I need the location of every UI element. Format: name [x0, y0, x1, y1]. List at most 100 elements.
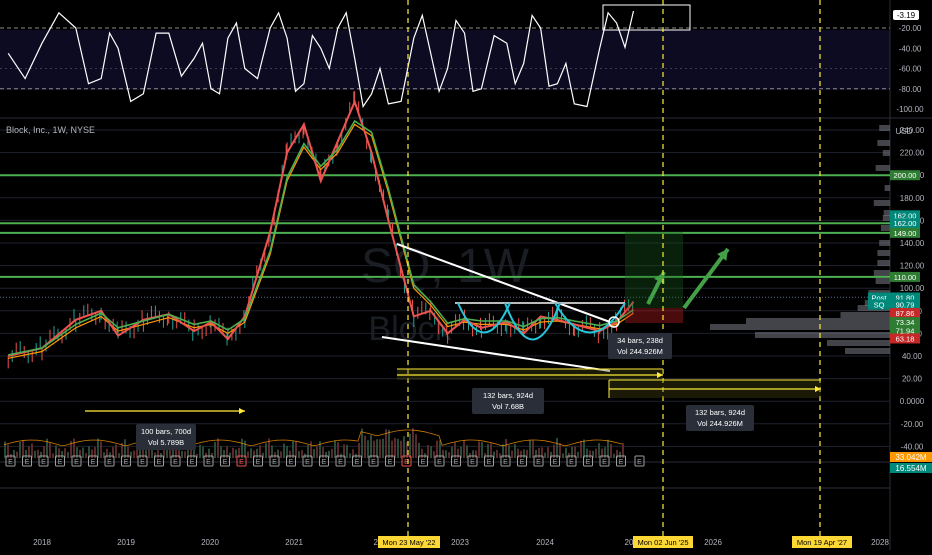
volume-profile-bar — [884, 185, 890, 191]
volume-bar — [421, 448, 423, 458]
volume-bar — [511, 450, 513, 458]
volume-bar — [409, 433, 411, 458]
volume-tag-label: 16.554M — [895, 464, 926, 473]
volume-bar — [379, 439, 381, 458]
price-chart[interactable]: SQ, 1W Block E E E E E E E E E E E E E E E E E E E E E E E E E E E… — [0, 0, 932, 550]
volume-bar — [115, 444, 117, 458]
volume-bar — [199, 444, 201, 458]
volume-bar — [82, 447, 84, 458]
volume-bar — [415, 434, 417, 458]
earnings-marker-letter: E — [586, 459, 591, 466]
volume-bar — [157, 450, 159, 458]
volume-bar — [397, 438, 399, 458]
volume-bar — [334, 440, 336, 458]
volume-bar — [232, 447, 234, 458]
earnings-marker-letter: E — [553, 459, 558, 466]
earnings-marker-letter: E — [107, 459, 112, 466]
volume-bar — [349, 453, 351, 458]
volume-bar — [595, 448, 597, 458]
volume-bar — [505, 438, 507, 458]
earnings-marker-letter: E — [569, 459, 574, 466]
volume-bar — [412, 428, 414, 458]
year-label: 2028 — [871, 538, 889, 547]
volume-bar — [388, 430, 390, 458]
volume-profile-bar — [877, 260, 890, 266]
volume-bar — [382, 438, 384, 458]
volume-bar — [394, 438, 396, 458]
measurement-line2: Vol 244.926M — [617, 347, 663, 356]
volume-bar — [34, 450, 36, 458]
earnings-marker-letter: E — [437, 459, 442, 466]
volume-bar — [439, 440, 441, 458]
time-highlight-label: Mon 02 Jun '25 — [637, 538, 688, 547]
osc-value-label: -3.19 — [897, 11, 916, 20]
earnings-marker-letter: E — [91, 459, 96, 466]
target-zone — [625, 232, 683, 308]
volume-bar — [619, 451, 621, 458]
earnings-marker-letter: E — [157, 459, 162, 466]
volume-bar — [376, 439, 378, 458]
volume-bar — [58, 448, 60, 458]
volume-bar — [91, 449, 93, 458]
volume-bar — [118, 453, 120, 458]
volume-bar — [478, 441, 480, 458]
currency-label: USD — [896, 127, 913, 136]
volume-profile-bar — [710, 324, 890, 330]
volume-bar — [133, 450, 135, 458]
volume-bar — [532, 439, 534, 458]
volume-bar — [184, 451, 186, 458]
volume-bar — [598, 443, 600, 458]
volume-bar — [586, 448, 588, 458]
volume-bar — [316, 446, 318, 458]
volume-bar — [514, 444, 516, 458]
volume-bar — [400, 440, 402, 458]
volume-bar — [16, 451, 18, 458]
price-tick-label: 180.00 — [900, 194, 925, 203]
volume-bar — [544, 452, 546, 458]
measurement-line1: 132 bars, 924d — [483, 391, 533, 400]
volume-bar — [364, 435, 366, 458]
price-tag-label: 110.00 — [894, 273, 916, 282]
price-tick-label: 0.0000 — [900, 397, 925, 406]
volume-bar — [577, 451, 579, 458]
volume-profile-bar — [755, 332, 890, 338]
volume-bar — [580, 440, 582, 458]
volume-bar — [289, 450, 291, 458]
volume-bar — [52, 453, 54, 458]
volume-profile-bar — [845, 348, 890, 354]
volume-bar — [61, 451, 63, 458]
price-tick-label: 220.00 — [900, 149, 925, 158]
volume-bar — [40, 451, 42, 458]
volume-bar — [463, 440, 465, 458]
volume-bar — [205, 452, 207, 458]
earnings-marker-letter: E — [305, 459, 310, 466]
volume-bar — [100, 441, 102, 458]
volume-bar — [283, 443, 285, 458]
year-label: 20 — [625, 538, 634, 547]
volume-bar — [445, 450, 447, 458]
volume-bar — [607, 439, 609, 458]
price-tag-label: 87.86 — [896, 309, 915, 318]
earnings-marker-letter: E — [256, 459, 261, 466]
price-tick-label: 40.00 — [902, 352, 923, 361]
volume-bar — [244, 440, 246, 458]
chart-stage[interactable]: SQ, 1W Block E E E E E E E E E E E E E E E E E E E E E E E E E E E… — [0, 0, 932, 550]
price-tick-label: 120.00 — [900, 262, 925, 271]
earnings-marker-letter: E — [520, 459, 525, 466]
earnings-marker-letter: E — [388, 459, 393, 466]
volume-bar — [295, 441, 297, 458]
measurement-line2: Vol 7.68B — [492, 402, 524, 411]
volume-bar — [274, 452, 276, 458]
volume-bar — [250, 448, 252, 458]
volume-bar — [403, 436, 405, 458]
price-tag-label: 200.00 — [894, 171, 917, 180]
year-label: 2019 — [117, 538, 135, 547]
measurement-line1: 100 bars, 700d — [141, 427, 191, 436]
volume-bar — [223, 450, 225, 458]
measurement-line1: 34 bars, 238d — [617, 336, 663, 345]
volume-profile-bar — [879, 125, 890, 131]
earnings-marker-letter: E — [206, 459, 211, 466]
volume-bar — [367, 440, 369, 458]
volume-bar — [589, 450, 591, 458]
volume-bar — [325, 451, 327, 458]
